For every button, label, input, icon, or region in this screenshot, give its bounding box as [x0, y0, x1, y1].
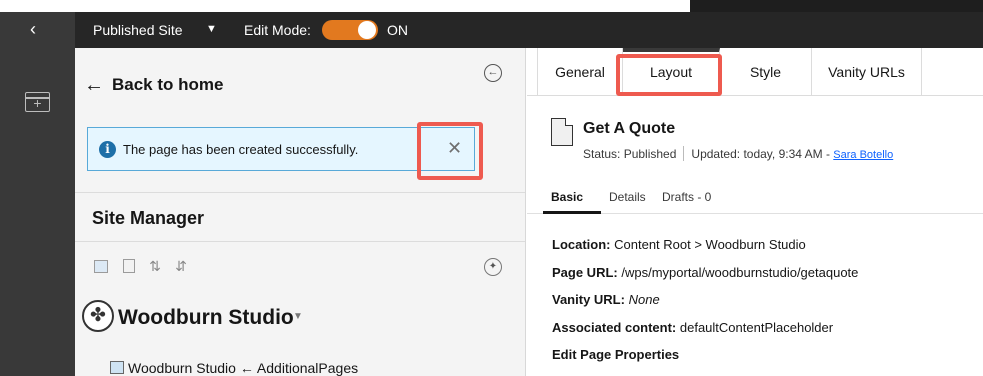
tree-item[interactable]: Woodburn Studio ← AdditionalPages — [110, 360, 358, 376]
back-to-home-label: Back to home — [112, 75, 224, 94]
toggle-knob — [358, 21, 376, 39]
tab-general[interactable]: General — [537, 48, 623, 96]
move-page-icon[interactable]: ⇅ — [147, 258, 163, 274]
new-child-page-icon[interactable] — [121, 258, 137, 274]
associated-content-row: Associated content: defaultContentPlaceh… — [552, 320, 834, 335]
page-url-row: Page URL: /wps/myportal/woodburnstudio/g… — [552, 265, 859, 280]
subtab-details[interactable]: Details — [609, 190, 646, 204]
site-manager-title: Site Manager — [92, 208, 205, 228]
chevron-left-icon: ‹ — [30, 19, 36, 39]
status-line: Status: Published Updated: today, 9:34 AM… — [583, 146, 893, 161]
chevron-down-icon[interactable]: ▼ — [293, 311, 303, 322]
add-content-icon[interactable]: + — [25, 92, 50, 112]
reorder-page-icon[interactable]: ⇵ — [173, 258, 189, 274]
site-name[interactable]: Woodburn Studio — [118, 306, 294, 330]
subtab-basic[interactable]: Basic — [551, 190, 583, 204]
collapse-panel-icon[interactable]: ← — [484, 64, 502, 82]
divider — [75, 192, 525, 193]
subtab-active-indicator — [543, 211, 601, 214]
close-highlight-box — [417, 122, 483, 180]
tree-item-label: Woodburn Studio ← AdditionalPages — [128, 360, 359, 376]
edit-mode-state: ON — [387, 22, 408, 38]
top-toolbar: ‹ Published Site ▼ Edit Mode: ON — [0, 12, 983, 48]
status-text: Status: Published — [583, 147, 677, 161]
notification-message: The page has been created successfully. — [123, 142, 359, 157]
caret-down-icon[interactable]: ▼ — [206, 23, 217, 35]
globe-icon: ✤ — [82, 300, 114, 332]
left-rail: + — [0, 48, 75, 376]
collapse-rail-button[interactable]: ‹ — [0, 12, 75, 48]
layout-highlight-box — [616, 54, 722, 96]
info-icon: i — [99, 141, 116, 158]
site-settings-icon[interactable]: ✦ — [484, 258, 502, 276]
subtab-drafts[interactable]: Drafts - 0 — [662, 190, 711, 204]
back-to-home-link[interactable]: ← Back to home — [84, 74, 223, 97]
top-strip-dark — [690, 0, 983, 12]
tab-style[interactable]: Style — [720, 48, 812, 96]
top-strip — [0, 0, 983, 12]
tab-vanity-urls[interactable]: Vanity URLs — [812, 48, 922, 96]
author-link[interactable]: Sara Botello — [833, 149, 893, 161]
vanity-url-row: Vanity URL: None — [552, 292, 660, 307]
edit-page-properties-link[interactable]: Edit Page Properties — [552, 347, 679, 362]
site-selector[interactable]: Published Site — [93, 22, 183, 38]
arrow-left-icon: ← — [84, 74, 104, 96]
document-icon — [551, 118, 573, 146]
updated-text: Updated: today, 9:34 AM - — [691, 147, 830, 161]
page-title: Get A Quote — [583, 120, 676, 137]
page-icon — [110, 361, 124, 374]
tab-bar: General Layout Style Vanity URLs — [527, 48, 983, 96]
location-row: Location: Content Root > Woodburn Studio — [552, 237, 806, 252]
edit-mode-toggle[interactable] — [322, 20, 378, 40]
divider — [75, 241, 525, 242]
edit-mode-label: Edit Mode: — [244, 22, 311, 38]
site-manager-panel: ← Back to home ← i The page has been crea… — [75, 48, 526, 376]
new-page-icon[interactable] — [94, 258, 110, 274]
page-properties-panel: General Layout Style Vanity URLs Get A Q… — [527, 48, 983, 376]
